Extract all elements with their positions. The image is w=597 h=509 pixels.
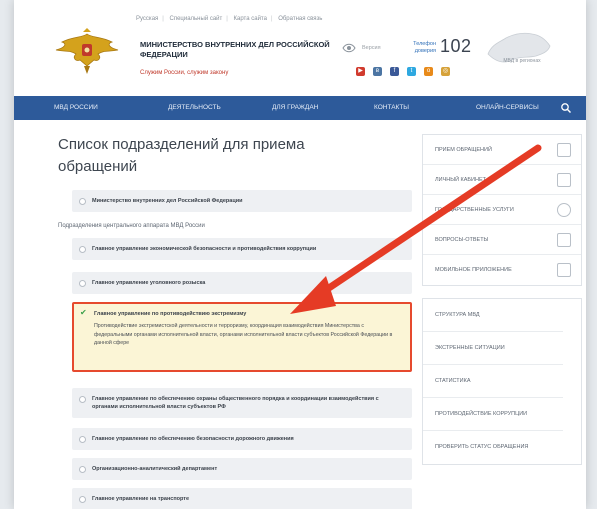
- sidebar-item-label: Вопросы-ответы: [435, 236, 489, 243]
- site-header: Русская | Специальный сайт | Карта сайта | …: [14, 0, 586, 96]
- list-item[interactable]: Главное управление экономической безопас…: [72, 238, 412, 260]
- radio-button[interactable]: [79, 466, 86, 473]
- ministry-title[interactable]: Министерство внутренних дел Российской Ф…: [140, 40, 350, 60]
- ministry-subtitle: Служим России, служим закону: [140, 70, 229, 76]
- nav-item-citizens[interactable]: Для граждан: [272, 104, 318, 111]
- facebook-icon[interactable]: f: [390, 67, 399, 76]
- version-label[interactable]: Версия: [362, 45, 381, 51]
- radio-button[interactable]: [79, 436, 86, 443]
- sidebar-item-label: Проверить статус обращения: [435, 444, 529, 450]
- list-item-label: Организационно-аналитический департамент: [92, 466, 218, 472]
- list-item-label: Главное управление по противодействию эк…: [94, 311, 247, 317]
- list-item-label: Главное управление по обеспечению охраны…: [92, 396, 379, 410]
- radio-button[interactable]: [79, 396, 86, 403]
- nav-item-activity[interactable]: Деятельность: [168, 104, 221, 111]
- top-link[interactable]: Обратная связь: [278, 16, 322, 22]
- list-item[interactable]: Главное управление по обеспечению безопа…: [72, 428, 412, 450]
- sidebar-item-label: Государственные услуги: [435, 206, 514, 213]
- person-icon: [557, 173, 571, 187]
- russia-map-icon[interactable]: [484, 24, 554, 74]
- radio-button[interactable]: [79, 280, 86, 287]
- sidebar-item-gosuslugi[interactable]: Государственные услуги: [423, 195, 581, 225]
- list-item-label: Главное управление на транспорте: [92, 496, 190, 502]
- top-link[interactable]: Карта сайта: [234, 16, 267, 22]
- double-headed-eagle-emblem-icon[interactable]: [54, 28, 120, 76]
- sidebar-item-faq[interactable]: Вопросы-ответы: [423, 225, 581, 255]
- nav-item-mvd[interactable]: МВД России: [54, 104, 98, 111]
- sidebar-item-label: Структура МВД: [435, 311, 480, 318]
- list-item-ministry[interactable]: Министерство внутренних дел Российской Ф…: [72, 190, 412, 212]
- sidebar-item-structure[interactable]: Структура МВД: [423, 299, 563, 332]
- sidebar-item-appeals[interactable]: Прием обращений: [423, 135, 581, 165]
- envelope-icon: [557, 143, 571, 157]
- eye-icon[interactable]: [342, 43, 356, 53]
- sidebar-item-anticorruption[interactable]: Противодействие коррупции: [423, 398, 563, 431]
- radio-button[interactable]: [79, 198, 86, 205]
- list-item[interactable]: Главное управление по обеспечению охраны…: [72, 388, 412, 418]
- list-item-label: Министерство внутренних дел Российской Ф…: [92, 198, 243, 204]
- twitter-icon[interactable]: t: [407, 67, 416, 76]
- sidebar-item-label: Противодействие коррупции: [435, 410, 528, 417]
- page: Русская | Специальный сайт | Карта сайта | …: [14, 0, 586, 509]
- list-item-label: Главное управление уголовного розыска: [92, 280, 206, 286]
- list-item-selected[interactable]: ✔ Главное управление по противодействию …: [72, 302, 412, 372]
- sidebar-item-account[interactable]: Личный кабинет: [423, 165, 581, 195]
- nav-item-online-services[interactable]: Онлайн-сервисы: [476, 104, 539, 111]
- smartphone-icon: [557, 263, 571, 277]
- list-item-label: Главное управление по обеспечению безопа…: [92, 436, 294, 442]
- regions-map-label[interactable]: МВД в регионах: [492, 58, 552, 64]
- search-icon[interactable]: [560, 102, 572, 114]
- sidebar-services: Прием обращений Личный кабинет Государст…: [422, 134, 582, 286]
- checkmark-icon: ✔: [80, 308, 87, 317]
- sidebar-item-label: Прием обращений: [435, 146, 492, 153]
- top-links: Русская | Специальный сайт | Карта сайта | …: [136, 16, 323, 22]
- section-label: Подразделения центрального аппарата МВД …: [58, 223, 205, 229]
- instagram-icon[interactable]: ◎: [441, 67, 450, 76]
- top-link[interactable]: Русская: [136, 16, 158, 22]
- top-link[interactable]: Специальный сайт: [170, 16, 223, 22]
- sidebar-item-label: Экстренные ситуации: [435, 344, 505, 351]
- list-item-description: Противодействие экстремистской деятельно…: [94, 323, 393, 346]
- list-item[interactable]: Главное управление на транспорте: [72, 488, 412, 509]
- sidebar-item-label: Личный кабинет: [435, 176, 486, 183]
- sidebar-item-mobile-app[interactable]: Мобильное приложение: [423, 255, 581, 285]
- youtube-icon[interactable]: ▶: [356, 67, 365, 76]
- sidebar-item-label: Мобильное приложение: [435, 267, 512, 273]
- list-item[interactable]: Главное управление уголовного розыска: [72, 272, 412, 294]
- sidebar-item-label: Статистика: [435, 377, 471, 384]
- sidebar-links: Структура МВД Экстренные ситуации Статис…: [422, 298, 582, 465]
- question-icon: [557, 233, 571, 247]
- radio-button[interactable]: [79, 246, 86, 253]
- sidebar-item-statistics[interactable]: Статистика: [423, 365, 563, 398]
- list-item[interactable]: Организационно-аналитический департамент: [72, 458, 412, 480]
- social-links: ▶ в f t o ◎: [356, 67, 450, 76]
- vk-icon[interactable]: в: [373, 67, 382, 76]
- gosuslugi-icon: [557, 203, 571, 217]
- sidebar-item-check-status[interactable]: Проверить статус обращения: [423, 431, 563, 464]
- main-nav: МВД России Деятельность Для граждан Конт…: [14, 96, 586, 120]
- page-title: Список подразделений для приема обращени…: [58, 136, 305, 175]
- odnoklassniki-icon[interactable]: o: [424, 67, 433, 76]
- hotline-number[interactable]: 102: [440, 36, 472, 57]
- nav-item-contacts[interactable]: Контакты: [374, 104, 409, 111]
- radio-button[interactable]: [79, 496, 86, 503]
- list-item-label: Главное управление экономической безопас…: [92, 246, 317, 252]
- hotline-label: Телефон доверия: [413, 41, 436, 54]
- sidebar-item-emergency[interactable]: Экстренные ситуации: [423, 332, 563, 365]
